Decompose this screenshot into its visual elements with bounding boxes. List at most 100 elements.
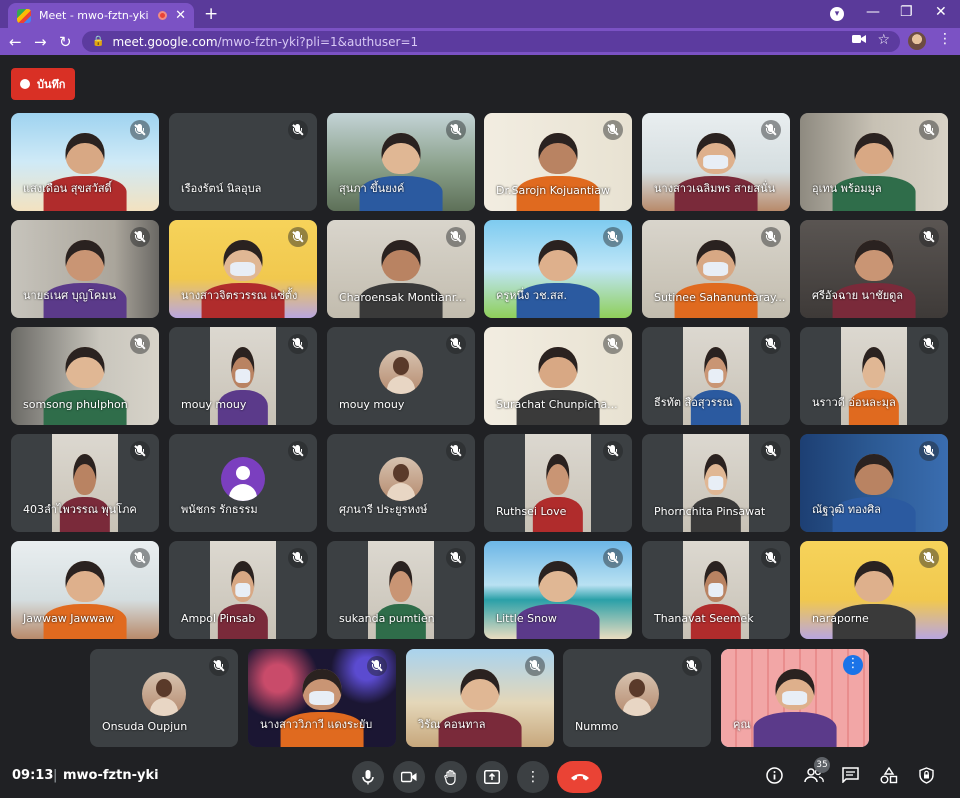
record-button[interactable]: บันทึก [11, 68, 75, 100]
participant-figure [753, 663, 837, 747]
meeting-details-icon[interactable] [766, 767, 783, 788]
muted-indicator [761, 120, 781, 140]
video-camera-icon [401, 771, 417, 783]
participant-tile[interactable]: Nummo [563, 649, 711, 747]
participant-tile[interactable]: Phornchita Pinsawat [642, 434, 790, 532]
host-controls-icon[interactable] [919, 767, 934, 788]
minimize-button[interactable]: — [866, 4, 880, 20]
participant-tile[interactable]: Thanavat Seemek [642, 541, 790, 639]
leave-call-button[interactable] [557, 761, 602, 793]
forward-button[interactable]: → [34, 33, 47, 51]
participant-figure [516, 555, 600, 639]
participant-tile[interactable]: ศุภนารี ประยูรหงษ์ [327, 434, 475, 532]
new-tab-button[interactable]: + [204, 4, 218, 24]
participant-tile[interactable]: นายธเนศ บุญโคมน [11, 220, 159, 318]
participant-count-badge: 35 [814, 757, 830, 773]
profile-avatar[interactable] [908, 32, 926, 50]
window-close-button[interactable]: ✕ [935, 4, 947, 20]
mic-off-icon [292, 445, 304, 457]
bookmark-star-icon[interactable]: ☆ [877, 32, 890, 48]
participant-tile[interactable]: ธีรทัต สือสุวรรณ [642, 327, 790, 425]
participant-tile[interactable]: Onsuda Oupjun [90, 649, 238, 747]
participant-tile[interactable]: Ampol Pinsab [169, 541, 317, 639]
participant-tile[interactable]: วิรัณ คอนทาล [406, 649, 554, 747]
mic-off-icon [292, 231, 304, 243]
muted-indicator [919, 227, 939, 247]
browser-menu-icon[interactable]: ⋮ [938, 31, 952, 47]
participant-tile[interactable]: Dr.Sarojn Kojuantiaw [484, 113, 632, 211]
participant-tile[interactable]: mouy mouy [327, 327, 475, 425]
muted-indicator [130, 441, 150, 461]
participant-tile[interactable]: Sutinee Sahanuntaray... [642, 220, 790, 318]
participant-name: ครูหนึ่ง วช.สส. [496, 289, 567, 302]
maximize-button[interactable]: ❐ [900, 4, 913, 20]
participant-tile[interactable]: สุนภา ขึ้นยงค์ [327, 113, 475, 211]
participant-tile[interactable]: Ruthsei Love [484, 434, 632, 532]
muted-indicator [446, 334, 466, 354]
mic-off-icon [923, 124, 935, 136]
participant-tile[interactable]: นางสาวเฉลิมพร สายสนั่น [642, 113, 790, 211]
participant-tile[interactable]: naraporne [800, 541, 948, 639]
muted-indicator [682, 656, 702, 676]
participant-tile[interactable]: นราวดี อ่อนละมุล [800, 327, 948, 425]
participant-tile[interactable]: somsong phulphon [11, 327, 159, 425]
participant-tile[interactable]: ⋮ คุณ [721, 649, 869, 747]
participant-name: Little Snow [496, 612, 557, 625]
browser-tab-bar: Meet - mwo-fztn-yki ✕ + ▾ — ❐ ✕ [0, 0, 960, 28]
mic-off-icon [371, 660, 383, 672]
mic-off-icon [607, 338, 619, 350]
mic-off-icon [923, 338, 935, 350]
meeting-code: mwo-fztn-yki [63, 768, 159, 783]
participant-figure [832, 448, 916, 532]
participant-tile[interactable]: แสงเดือน สุขสวัสดิ์ [11, 113, 159, 211]
raise-hand-icon [444, 769, 456, 785]
more-options-button[interactable]: ⋮ [517, 761, 549, 793]
participant-name: สุนภา ขึ้นยงค์ [339, 182, 405, 195]
participant-figure [516, 234, 600, 318]
tile-more-options-icon[interactable]: ⋮ [843, 655, 863, 675]
participant-tile[interactable]: นางสาวจิตรวรรณ แซ่ตั้ง [169, 220, 317, 318]
participant-tile[interactable]: Little Snow [484, 541, 632, 639]
participant-name: ณัฐวุฒิ ทองศิล [812, 503, 881, 516]
browser-tab[interactable]: Meet - mwo-fztn-yki ✕ [8, 3, 194, 28]
chat-icon[interactable] [842, 767, 859, 787]
muted-indicator [761, 227, 781, 247]
tab-close-icon[interactable]: ✕ [175, 8, 186, 23]
participant-tile[interactable]: Charoensak Montianr... [327, 220, 475, 318]
record-dot-icon [20, 79, 30, 89]
participant-tile[interactable]: mouy mouy [169, 327, 317, 425]
participant-tile[interactable]: 403ลำไพวรรณ พุนโภค [11, 434, 159, 532]
participant-tile[interactable]: sukanda pumtien [327, 541, 475, 639]
muted-indicator [919, 334, 939, 354]
participant-tile[interactable]: ศรีอัจฉาย นาชัยดูล [800, 220, 948, 318]
present-screen-button[interactable] [476, 761, 508, 793]
participant-tile[interactable]: เรืองรัตน์ นิลอุบล [169, 113, 317, 211]
camera-button[interactable] [393, 761, 425, 793]
participant-tile[interactable]: ณัฐวุฒิ ทองศิล [800, 434, 948, 532]
reload-button[interactable]: ↻ [59, 33, 72, 51]
participant-tile[interactable]: นางสาววิภาวี แดงระยับ [248, 649, 396, 747]
participant-figure [832, 127, 916, 211]
participant-tile[interactable]: พนัชกร รักธรรม [169, 434, 317, 532]
participant-tile[interactable]: ครูหนึ่ง วช.สส. [484, 220, 632, 318]
participant-figure [690, 341, 742, 425]
participant-name: นายธเนศ บุญโคมน [23, 289, 117, 302]
record-label: บันทึก [37, 78, 66, 91]
activities-icon[interactable] [880, 766, 898, 788]
participant-name: นราวดี อ่อนละมุล [812, 396, 896, 409]
muted-indicator [288, 334, 308, 354]
camera-in-use-icon[interactable] [852, 34, 866, 47]
microphone-button[interactable] [352, 761, 384, 793]
participant-tile[interactable]: Surachat Chunpicha... [484, 327, 632, 425]
participant-name: mouy mouy [339, 398, 405, 411]
participant-avatar [379, 350, 423, 395]
lock-icon[interactable]: 🔒 [92, 36, 104, 47]
muted-indicator [919, 441, 939, 461]
profile-dropdown-icon[interactable]: ▾ [830, 7, 844, 21]
raise-hand-button[interactable] [435, 761, 467, 793]
participant-tile[interactable]: Jawwaw Jawwaw [11, 541, 159, 639]
back-button[interactable]: ← [9, 33, 22, 51]
participant-avatar [615, 672, 659, 717]
participant-tile[interactable]: อุเทน พร้อมมูล [800, 113, 948, 211]
url-bar[interactable]: 🔒 meet.google.com/mwo-fztn-yki?pli=1&aut… [82, 31, 900, 52]
